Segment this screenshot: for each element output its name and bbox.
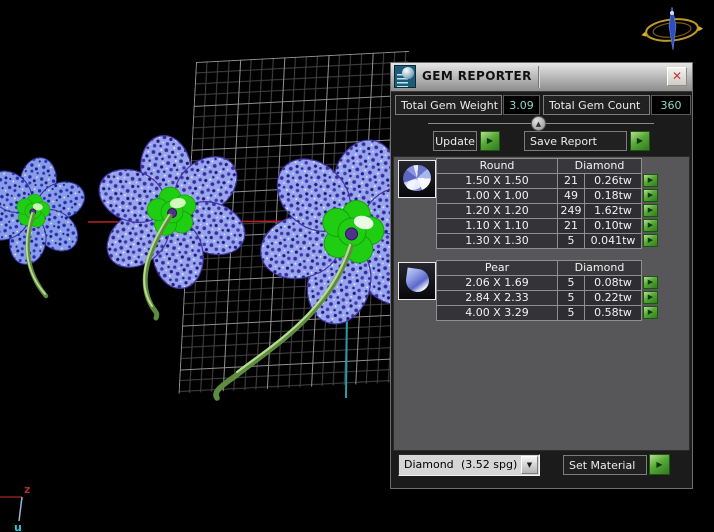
window-title: GEM REPORTER (422, 69, 532, 83)
material-dropdown-value: Diamond (404, 458, 454, 471)
select-gems-button[interactable]: ▶ (643, 276, 658, 289)
round-gem-table: Round Diamond 1.50 X 1.50 21 0.26tw ▶ 1.… (436, 158, 658, 249)
table-row: 1.30 X 1.30 5 0.041tw ▶ (436, 233, 658, 249)
table-row: 2.06 X 1.69 5 0.08tw ▶ (436, 275, 658, 291)
select-gems-button[interactable]: ▶ (643, 204, 658, 217)
pear-gem-icon (398, 262, 436, 300)
table-row: 1.50 X 1.50 21 0.26tw ▶ (436, 173, 658, 189)
dropdown-arrow-icon[interactable]: ▼ (521, 456, 538, 474)
save-report-button[interactable]: Save Report (524, 131, 627, 151)
update-button[interactable]: Update (433, 131, 477, 151)
select-gems-button[interactable]: ▶ (643, 189, 658, 202)
set-material-go-button[interactable]: ▶ (649, 454, 670, 475)
pear-material-header: Diamond (557, 260, 642, 276)
select-gems-button[interactable]: ▶ (643, 291, 658, 304)
round-shape-header: Round (436, 158, 558, 174)
view-gimbal-icon[interactable] (640, 6, 704, 51)
select-gems-button[interactable]: ▶ (643, 306, 658, 319)
total-gem-count-label: Total Gem Count (543, 95, 650, 115)
axis-gizmo: z u (0, 483, 30, 532)
gem-list-panel: Round Diamond 1.50 X 1.50 21 0.26tw ▶ 1.… (393, 156, 690, 451)
round-gem-icon (398, 160, 436, 198)
round-material-header: Diamond (557, 158, 642, 174)
axis-u-label: u (14, 521, 22, 532)
table-row: 2.84 X 2.33 5 0.22tw ▶ (436, 290, 658, 306)
close-button[interactable]: ✕ (667, 67, 687, 86)
pear-gem-table: Pear Diamond 2.06 X 1.69 5 0.08tw ▶ 2.84… (436, 260, 658, 321)
collapse-button[interactable]: ▲ (531, 116, 546, 131)
table-row: 1.20 X 1.20 249 1.62tw ▶ (436, 203, 658, 219)
titlebar-divider (538, 66, 539, 88)
pear-shape-header: Pear (436, 260, 558, 276)
gem-reporter-panel: GEM REPORTER ✕ Total Gem Weight 3.09 Tot… (390, 62, 693, 489)
total-gem-weight-label: Total Gem Weight (395, 95, 502, 115)
select-gems-button[interactable]: ▶ (643, 234, 658, 247)
gem-reporter-icon (394, 65, 416, 88)
flower-small (0, 157, 86, 299)
save-report-go-button[interactable]: ▶ (630, 131, 650, 151)
total-gem-count-value: 360 (651, 95, 691, 115)
update-go-button[interactable]: ▶ (480, 131, 500, 151)
table-row: 4.00 X 3.29 5 0.58tw ▶ (436, 305, 658, 321)
set-material-button[interactable]: Set Material (563, 455, 647, 475)
titlebar[interactable]: GEM REPORTER ✕ (391, 63, 692, 92)
material-density: (3.52 spg) (461, 458, 518, 471)
material-dropdown[interactable]: Diamond (3.52 spg) ▼ (398, 454, 540, 476)
table-row: 1.00 X 1.00 49 0.18tw ▶ (436, 188, 658, 204)
table-row: 1.10 X 1.10 21 0.10tw ▶ (436, 218, 658, 234)
select-gems-button[interactable]: ▶ (643, 219, 658, 232)
axis-z-label: z (24, 483, 30, 496)
total-gem-weight-value: 3.09 (503, 95, 540, 115)
select-gems-button[interactable]: ▶ (643, 174, 658, 187)
